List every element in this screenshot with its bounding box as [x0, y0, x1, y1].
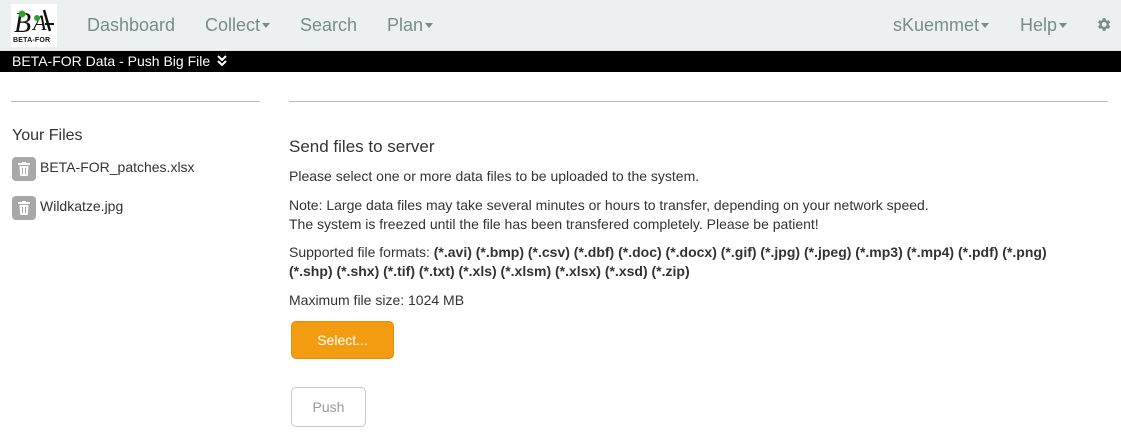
nav-plan-dropdown[interactable]: Plan — [387, 0, 434, 51]
max-file-size: Maximum file size: 1024 MB — [289, 292, 465, 308]
file-name[interactable]: BETA-FOR_patches.xlsx — [40, 159, 195, 175]
beta-for-logo[interactable]: B A BETA-FOR — [11, 4, 57, 47]
caret-down-icon — [1059, 22, 1068, 28]
select-files-button[interactable]: Select... — [291, 321, 394, 359]
page-title-bar[interactable]: BETA-FOR Data - Push Big File — [0, 51, 1121, 72]
user-menu-dropdown[interactable]: sKuemmet — [893, 0, 990, 51]
nav-dashboard-label: Dashboard — [87, 15, 176, 35]
top-navbar: B A BETA-FOR Dashboard Collect Search Pl… — [0, 0, 1121, 51]
user-menu-label: sKuemmet — [893, 15, 980, 35]
caret-down-icon — [262, 22, 271, 28]
nav-dashboard[interactable]: Dashboard — [87, 0, 175, 51]
sidebar-divider — [11, 101, 260, 102]
logo-text: BETA-FOR — [13, 37, 51, 44]
nav-search[interactable]: Search — [300, 0, 357, 51]
push-button[interactable]: Push — [291, 387, 366, 427]
delete-file-button[interactable] — [12, 157, 36, 181]
file-list-item: BETA-FOR_patches.xlsx — [12, 157, 212, 181]
supported-formats: Supported file formats: (*.avi) (*.bmp) … — [289, 242, 1047, 262]
note-line-1: Note: Large data files may take several … — [289, 197, 929, 213]
nav-collect-label: Collect — [205, 15, 261, 35]
help-menu-label: Help — [1020, 15, 1058, 35]
file-name[interactable]: Wildkatze.jpg — [40, 198, 123, 214]
nav-search-label: Search — [300, 15, 358, 35]
nav-plan-label: Plan — [387, 15, 424, 35]
note-line-2: The system is freezed until the file has… — [289, 216, 819, 232]
sidebar-title: Your Files — [12, 127, 83, 144]
caret-down-icon — [981, 22, 990, 28]
main-divider — [289, 101, 1108, 102]
supported-formats-cont: (*.shp) (*.shx) (*.tif) (*.txt) (*.xls) … — [289, 261, 690, 281]
help-menu-dropdown[interactable]: Help — [1020, 0, 1068, 51]
gear-icon[interactable] — [1095, 16, 1112, 33]
upload-heading: Send files to server — [289, 137, 435, 156]
formats-list-line-1: (*.avi) (*.bmp) (*.csv) (*.dbf) (*.doc) … — [433, 244, 1047, 260]
caret-down-icon — [425, 22, 434, 28]
trash-icon — [18, 162, 30, 176]
page-title: BETA-FOR Data - Push Big File — [12, 53, 211, 69]
upload-instruction: Please select one or more data files to … — [289, 168, 700, 184]
formats-list-line-2: (*.shp) (*.shx) (*.tif) (*.txt) (*.xls) … — [289, 263, 690, 279]
trash-icon — [18, 201, 30, 215]
formats-label: Supported file formats: — [289, 244, 430, 260]
nav-collect-dropdown[interactable]: Collect — [205, 0, 271, 51]
file-list-item: Wildkatze.jpg — [12, 196, 212, 220]
double-chevron-down-icon[interactable] — [217, 55, 227, 66]
delete-file-button[interactable] — [12, 196, 36, 220]
